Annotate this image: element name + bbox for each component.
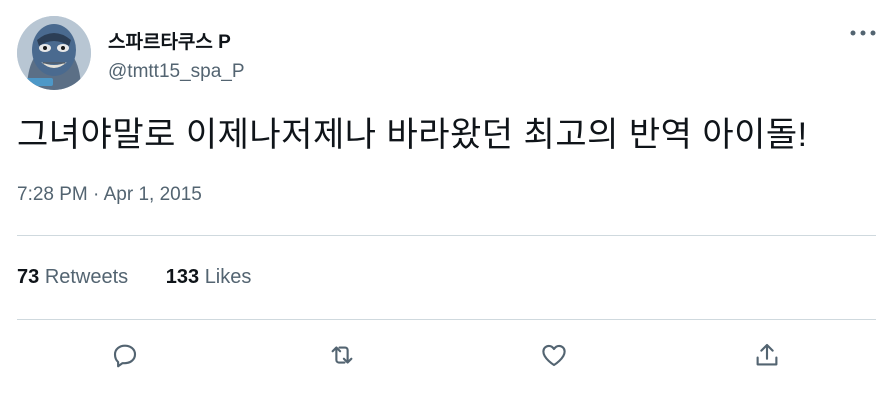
avatar-image (17, 16, 91, 90)
retweets-label: Retweets (44, 266, 129, 288)
display-name[interactable]: 스파르타쿠스 P (108, 27, 231, 54)
retweets-count: 73 (17, 266, 40, 288)
user-handle[interactable]: @tmtt15_spa_P (108, 61, 245, 83)
share-icon (756, 343, 778, 366)
more-options-button[interactable] (846, 22, 880, 44)
likes-label: Likes (204, 266, 252, 288)
divider (17, 235, 876, 236)
reply-icon (113, 344, 137, 368)
retweet-icon (331, 346, 353, 364)
more-horizontal-icon (850, 30, 876, 36)
like-button[interactable] (537, 338, 571, 372)
retweets-stat[interactable]: 73 Retweets (17, 266, 128, 289)
avatar[interactable] (17, 16, 91, 90)
likes-count: 133 (165, 266, 200, 288)
retweet-button[interactable] (325, 338, 359, 372)
likes-stat[interactable]: 133 Likes (166, 266, 252, 289)
reply-button[interactable] (108, 338, 142, 372)
like-icon (542, 344, 566, 367)
divider (17, 319, 876, 320)
tweet-text: 그녀야말로 이제나저제나 바라왔던 최고의 반역 아이돌! (17, 116, 808, 154)
tweet-stats: 73 Retweets 133 Likes (17, 266, 283, 289)
share-button[interactable] (750, 338, 784, 372)
tweet-timestamp[interactable]: 7:28 PM · Apr 1, 2015 (17, 184, 202, 206)
